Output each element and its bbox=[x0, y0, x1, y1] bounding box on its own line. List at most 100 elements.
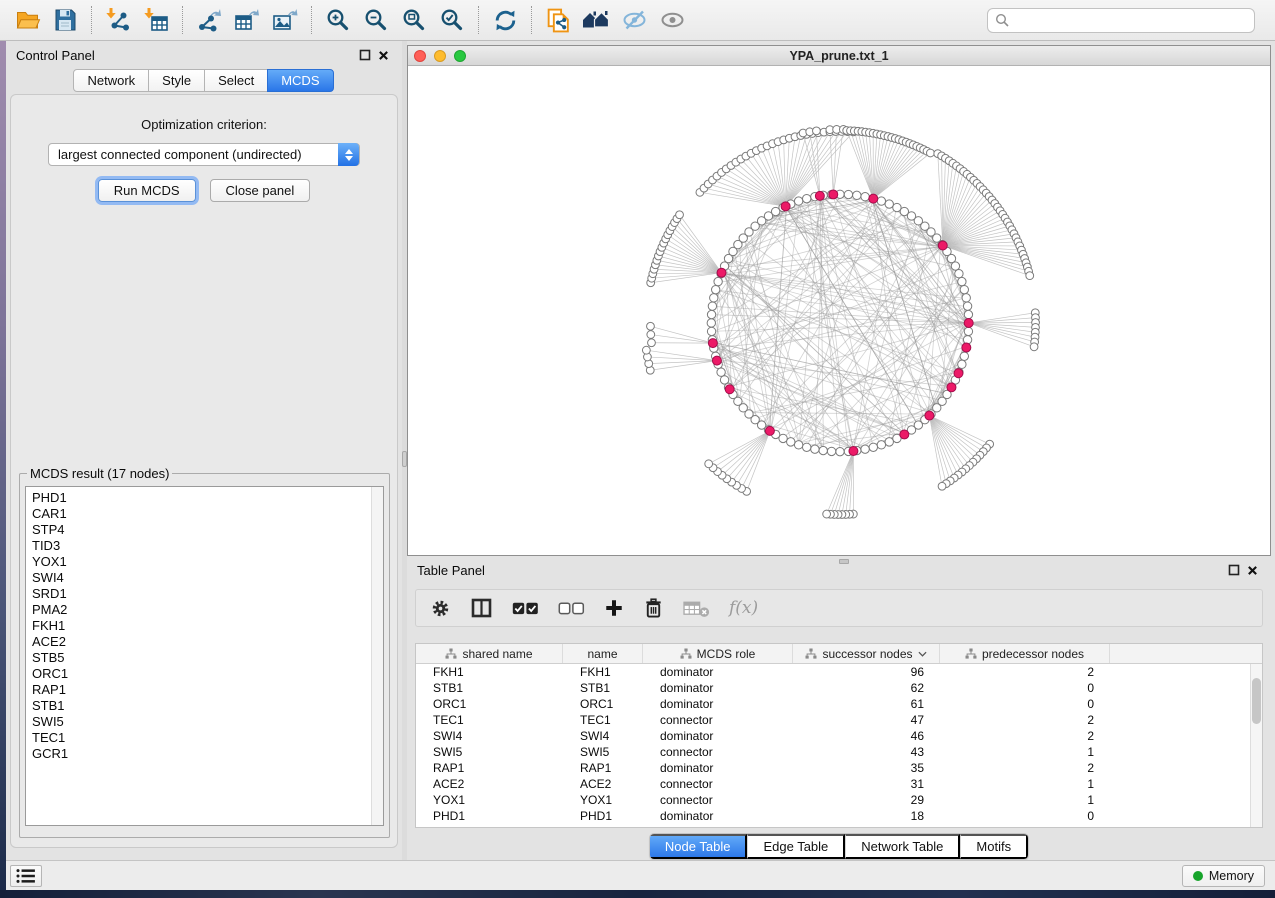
table-row-swi5[interactable]: SWI5SWI5connector431 bbox=[416, 744, 1262, 760]
cell-successor-nodes: 18 bbox=[793, 809, 940, 823]
show-all-button[interactable] bbox=[653, 4, 691, 36]
mcds-result-item[interactable]: FKH1 bbox=[32, 618, 383, 634]
mcds-result-item[interactable]: PHD1 bbox=[32, 490, 383, 506]
mcds-result-item[interactable]: ACE2 bbox=[32, 634, 383, 650]
tab-motifs[interactable]: Motifs bbox=[960, 834, 1028, 859]
criterion-select[interactable]: largest connected component (undirected) bbox=[48, 143, 360, 166]
show-columns-button[interactable] bbox=[470, 597, 493, 619]
delete-table-icon bbox=[683, 599, 710, 618]
mcds-result-item[interactable]: SWI5 bbox=[32, 714, 383, 730]
float-table-panel-button[interactable] bbox=[1225, 561, 1243, 579]
mcds-result-listbox[interactable]: PHD1CAR1STP4TID3YOX1SWI4SRD1PMA2FKH1ACE2… bbox=[25, 486, 384, 826]
tab-node-table[interactable]: Node Table bbox=[650, 834, 748, 859]
tab-network-table[interactable]: Network Table bbox=[845, 834, 960, 859]
column-header-successor-nodes[interactable]: successor nodes bbox=[793, 644, 940, 663]
mcds-result-item[interactable]: STB1 bbox=[32, 698, 383, 714]
first-neighbors-button[interactable] bbox=[577, 4, 615, 36]
hide-selected-button[interactable] bbox=[615, 4, 653, 36]
duplicate-network-icon bbox=[545, 7, 572, 34]
import-network-icon bbox=[105, 7, 131, 33]
network-canvas[interactable] bbox=[408, 66, 1270, 555]
mcds-result-item[interactable]: SWI4 bbox=[32, 570, 383, 586]
mcds-result-item[interactable]: TEC1 bbox=[32, 730, 383, 746]
table-scrollbar-thumb[interactable] bbox=[1252, 678, 1261, 724]
mcds-result-item[interactable]: SRD1 bbox=[32, 586, 383, 602]
create-column-button[interactable] bbox=[604, 598, 624, 618]
search-box[interactable] bbox=[987, 8, 1255, 33]
cell-successor-nodes: 47 bbox=[793, 713, 940, 727]
tab-network[interactable]: Network bbox=[73, 69, 149, 92]
network-window-titlebar[interactable]: YPA_prune.txt_1 bbox=[408, 46, 1270, 66]
cell-name: PHD1 bbox=[563, 809, 643, 823]
mcds-result-item[interactable]: STB5 bbox=[32, 650, 383, 666]
tab-select[interactable]: Select bbox=[204, 69, 268, 92]
mcds-result-item[interactable]: YOX1 bbox=[32, 554, 383, 570]
table-scrollbar[interactable] bbox=[1250, 664, 1262, 827]
table-panel-resize-grip[interactable] bbox=[839, 559, 849, 564]
control-panel-header: Control Panel bbox=[6, 41, 402, 69]
zoom-in-button[interactable] bbox=[319, 4, 357, 36]
node-table: shared namenameMCDS rolesuccessor nodesp… bbox=[415, 643, 1263, 828]
mcds-result-item[interactable]: CAR1 bbox=[32, 506, 383, 522]
table-row-ace2[interactable]: ACE2ACE2connector311 bbox=[416, 776, 1262, 792]
table-row-orc1[interactable]: ORC1ORC1dominator610 bbox=[416, 696, 1262, 712]
column-header-name[interactable]: name bbox=[563, 644, 643, 663]
export-image-button[interactable] bbox=[266, 4, 304, 36]
column-header-shared-name[interactable]: shared name bbox=[416, 644, 563, 663]
search-input[interactable] bbox=[1015, 13, 1247, 28]
mcds-result-item[interactable]: RAP1 bbox=[32, 682, 383, 698]
table-row-swi4[interactable]: SWI4SWI4dominator462 bbox=[416, 728, 1262, 744]
import-table-button[interactable] bbox=[137, 4, 175, 36]
memory-button[interactable]: Memory bbox=[1182, 865, 1265, 887]
table-row-phd1[interactable]: PHD1PHD1dominator180 bbox=[416, 808, 1262, 824]
window-zoom-button[interactable] bbox=[454, 50, 466, 62]
run-mcds-button[interactable]: Run MCDS bbox=[98, 179, 196, 202]
export-network-button[interactable] bbox=[190, 4, 228, 36]
column-header-predecessor-nodes[interactable]: predecessor nodes bbox=[940, 644, 1110, 663]
open-file-button[interactable] bbox=[8, 4, 46, 36]
refresh-view-button[interactable] bbox=[486, 4, 524, 36]
table-row-rap1[interactable]: RAP1RAP1dominator352 bbox=[416, 760, 1262, 776]
tab-mcds[interactable]: MCDS bbox=[267, 69, 333, 92]
duplicate-network-button[interactable] bbox=[539, 4, 577, 36]
optimization-criterion-label: Optimization criterion: bbox=[11, 117, 397, 132]
table-row-stb1[interactable]: STB1STB1dominator620 bbox=[416, 680, 1262, 696]
mcds-result-item[interactable]: ORC1 bbox=[32, 666, 383, 682]
window-close-button[interactable] bbox=[414, 50, 426, 62]
mcds-result-item[interactable]: TID3 bbox=[32, 538, 383, 554]
window-minimize-button[interactable] bbox=[434, 50, 446, 62]
mcds-result-item[interactable]: GCR1 bbox=[32, 746, 383, 762]
zoom-selected-button[interactable] bbox=[433, 4, 471, 36]
import-network-button[interactable] bbox=[99, 4, 137, 36]
table-header-row: shared namenameMCDS rolesuccessor nodesp… bbox=[416, 644, 1262, 664]
network-graph[interactable] bbox=[408, 66, 1270, 555]
cell-mcds-role: dominator bbox=[643, 665, 793, 679]
cell-predecessor-nodes: 2 bbox=[940, 665, 1110, 679]
float-panel-button[interactable] bbox=[356, 46, 374, 64]
mcds-result-item[interactable]: PMA2 bbox=[32, 602, 383, 618]
mcds-result-item[interactable]: STP4 bbox=[32, 522, 383, 538]
zoom-fit-button[interactable] bbox=[395, 4, 433, 36]
zoom-in-icon bbox=[325, 7, 351, 33]
select-all-columns-button[interactable] bbox=[512, 601, 539, 616]
close-panel-action-button[interactable]: Close panel bbox=[210, 179, 311, 202]
open-folder-icon bbox=[14, 7, 41, 33]
tab-style[interactable]: Style bbox=[148, 69, 205, 92]
delete-column-button[interactable] bbox=[643, 597, 664, 619]
zoom-out-button[interactable] bbox=[357, 4, 395, 36]
show-panels-menu-button[interactable] bbox=[10, 865, 42, 887]
deselect-all-columns-button[interactable] bbox=[558, 601, 585, 616]
tab-edge-table[interactable]: Edge Table bbox=[747, 834, 845, 859]
table-settings-button[interactable] bbox=[430, 598, 451, 619]
cell-mcds-role: connector bbox=[643, 713, 793, 727]
table-row-yox1[interactable]: YOX1YOX1connector291 bbox=[416, 792, 1262, 808]
plus-icon bbox=[604, 598, 624, 618]
mcds-list-scrollbar[interactable] bbox=[371, 487, 383, 825]
close-panel-button[interactable] bbox=[374, 46, 392, 64]
save-session-button[interactable] bbox=[46, 4, 84, 36]
close-table-panel-button[interactable] bbox=[1243, 561, 1261, 579]
column-header-mcds-role[interactable]: MCDS role bbox=[643, 644, 793, 663]
table-row-fkh1[interactable]: FKH1FKH1dominator962 bbox=[416, 664, 1262, 680]
export-table-button[interactable] bbox=[228, 4, 266, 36]
table-row-tec1[interactable]: TEC1TEC1connector472 bbox=[416, 712, 1262, 728]
